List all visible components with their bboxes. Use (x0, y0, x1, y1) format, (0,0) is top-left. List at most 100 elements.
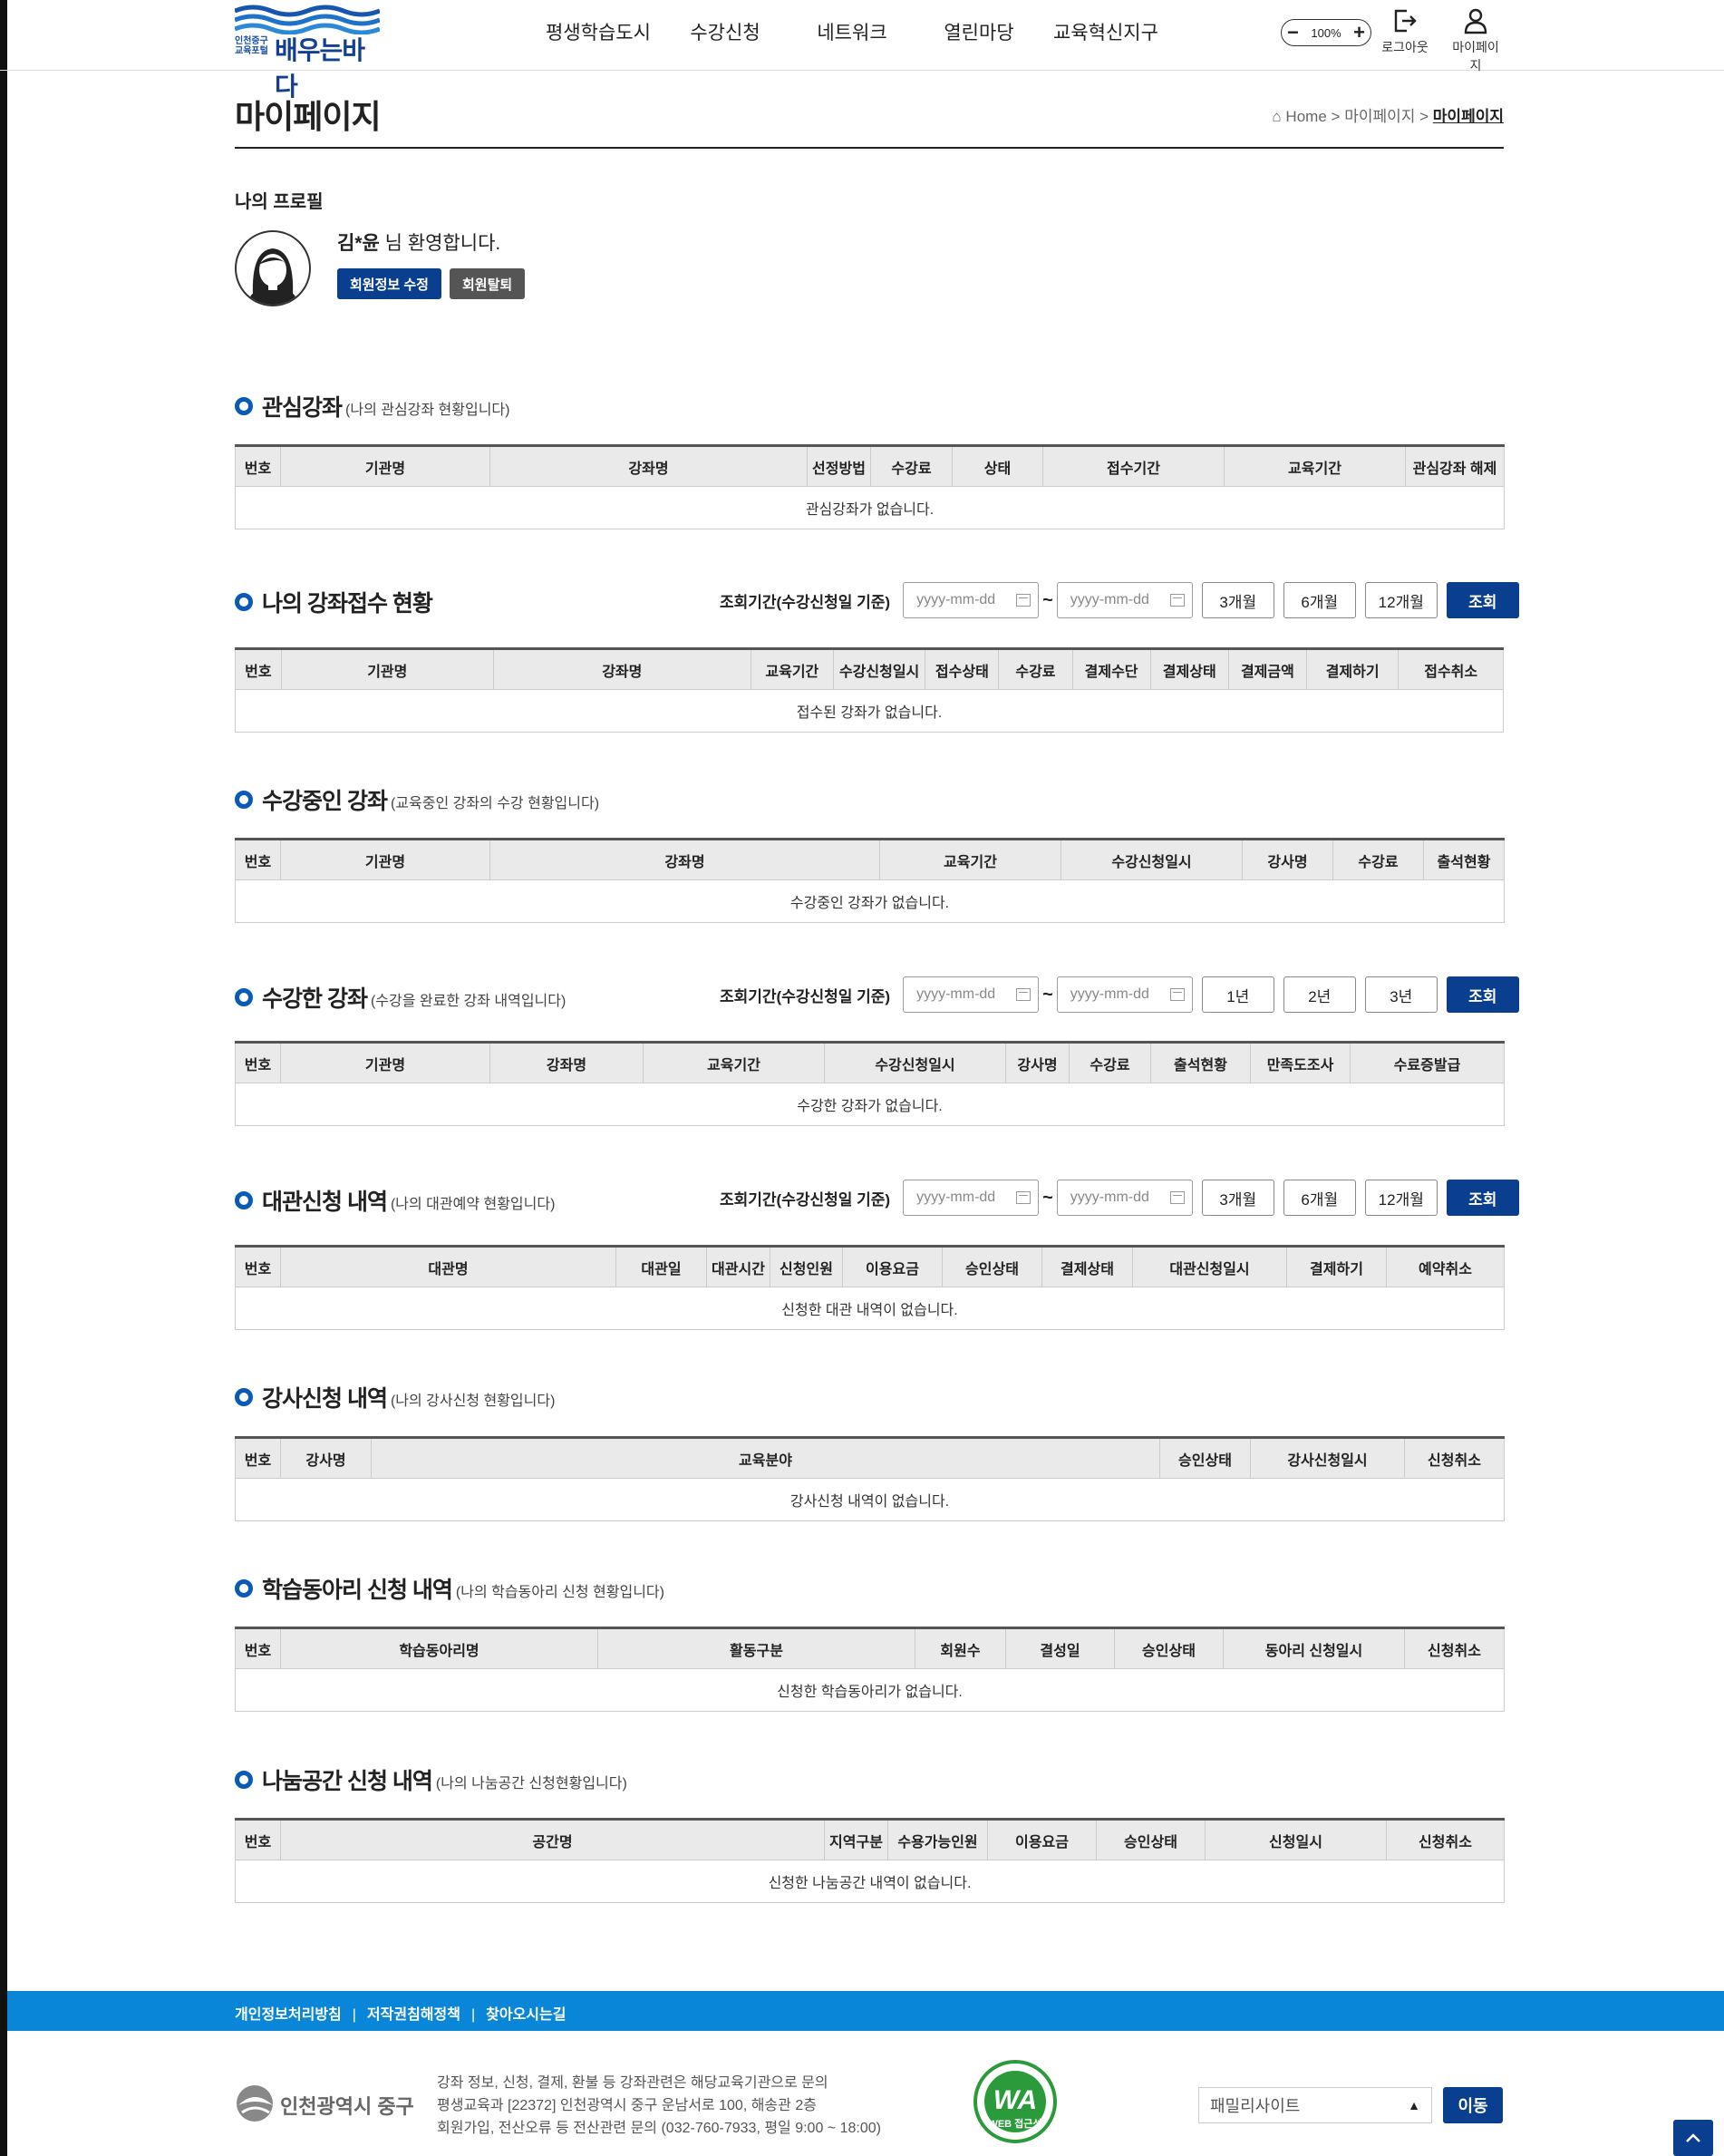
family-site-select[interactable]: 패밀리사이트 ▲ (1198, 2087, 1432, 2123)
avatar (235, 230, 311, 306)
footer-address: 강좌 정보, 신청, 결제, 환불 등 강좌관련은 해당교육기관으로 문의 평생… (437, 2072, 881, 2140)
logout-button[interactable]: 로그아웃 (1378, 7, 1432, 56)
breadcrumb-home[interactable]: Home (1285, 108, 1326, 125)
col-header: 번호 (235, 1245, 281, 1287)
edit-member-button[interactable]: 회원정보 수정 (337, 268, 441, 299)
period-3m-button[interactable]: 3개월 (1201, 582, 1274, 618)
calendar-icon[interactable] (1169, 594, 1185, 607)
withdraw-button[interactable]: 회원탈퇴 (450, 268, 526, 299)
col-header: 수강료 (1069, 1041, 1151, 1083)
col-header: 회원수 (915, 1627, 1006, 1669)
calendar-icon[interactable] (1016, 988, 1031, 1001)
footer-links: 개인정보처리방침 | 저작권침해정책 | 찾아오시는길 (235, 2002, 566, 2024)
period-3y-button[interactable]: 3년 (1364, 976, 1438, 1013)
welcome-message: 김*윤 님 환영합니다. (337, 228, 500, 256)
col-header: 수강료 (1332, 838, 1424, 880)
completed-table: 번호 기관명 강좌명 교육기간 수강신청일시 강사명 수강료 출석현황 만족도조… (235, 1041, 1505, 1126)
zoom-out-button[interactable]: − (1287, 23, 1299, 43)
col-header: 결성일 (1005, 1627, 1115, 1669)
home-icon: ⌂ (1272, 108, 1282, 125)
calendar-icon[interactable] (1016, 1191, 1031, 1204)
mypage-button[interactable]: 마이페이지 (1448, 7, 1503, 74)
section-title-club: 학습동아리 신청 내역 (나의 학습동아리 신청 현황입니다) (235, 1572, 664, 1605)
empty-message: 관심강좌가 없습니다. (235, 486, 1505, 529)
query-button[interactable]: 조회 (1446, 582, 1519, 618)
section-title-registration: 나의 강좌접수 현황 (235, 586, 433, 618)
address-line: 강좌 정보, 신청, 결제, 환불 등 강좌관련은 해당교육기관으로 문의 (437, 2075, 828, 2091)
link-separator: | (470, 2007, 476, 2023)
end-date-input[interactable]: yyyy-mm-dd (1056, 976, 1193, 1013)
copyright-policy-link[interactable]: 저작권침해정책 (367, 2007, 460, 2023)
period-12m-button[interactable]: 12개월 (1364, 582, 1438, 618)
directions-link[interactable]: 찾아오시는길 (486, 2007, 566, 2023)
zoom-value: 100% (1311, 25, 1341, 40)
col-header: 만족도조사 (1250, 1041, 1351, 1083)
breadcrumb-mypage[interactable]: 마이페이지 (1344, 108, 1415, 125)
search-label: 조회기간(수강신청일 기준) (720, 593, 891, 611)
site-logo[interactable]: 인천중구 교육포털 배우는바다 (234, 4, 381, 101)
end-date-input[interactable]: yyyy-mm-dd (1056, 1180, 1193, 1216)
nav-item-innovation[interactable]: 교육혁신지구 (1042, 18, 1169, 45)
date-placeholder: yyyy-mm-dd (916, 986, 996, 1002)
col-header: 선정방법 (807, 444, 871, 487)
period-3m-button[interactable]: 3개월 (1201, 1180, 1274, 1216)
calendar-icon[interactable] (1016, 594, 1031, 607)
col-header: 승인상태 (1114, 1627, 1224, 1669)
calendar-icon[interactable] (1169, 988, 1185, 1001)
calendar-icon[interactable] (1169, 1191, 1185, 1204)
search-bar-registration: 조회기간(수강신청일 기준) yyyy-mm-dd ~ yyyy-mm-dd 3… (720, 582, 1519, 618)
nav-item-network[interactable]: 네트워크 (789, 18, 915, 45)
end-date-input[interactable]: yyyy-mm-dd (1056, 582, 1193, 618)
nav-item-open-yard[interactable]: 열린마당 (915, 18, 1042, 45)
ongoing-table: 번호 기관명 강좌명 교육기간 수강신청일시 강사명 수강료 출석현황 수강중인… (235, 838, 1505, 923)
col-header: 예약취소 (1386, 1245, 1505, 1287)
section-title-completed: 수강한 강좌 (수강을 완료한 강좌 내역입니다) (235, 981, 566, 1014)
search-bar-completed: 조회기간(수강신청일 기준) yyyy-mm-dd ~ yyyy-mm-dd 1… (720, 976, 1519, 1013)
col-header: 접수취소 (1398, 647, 1504, 690)
empty-message: 수강한 강좌가 없습니다. (235, 1083, 1505, 1126)
scroll-top-button[interactable] (1673, 2120, 1713, 2156)
col-header: 결제수단 (1071, 647, 1151, 690)
col-header: 접수기간 (1042, 444, 1225, 487)
col-header: 승인상태 (1096, 1818, 1206, 1860)
col-header: 교육기간 (643, 1041, 825, 1083)
start-date-input[interactable]: yyyy-mm-dd (903, 1180, 1040, 1216)
zoom-in-button[interactable]: + (1353, 23, 1365, 43)
nav-item-course-apply[interactable]: 수강신청 (662, 18, 789, 45)
col-header: 번호 (235, 1818, 281, 1860)
mypage-label: 마이페이지 (1452, 40, 1499, 73)
range-tilde: ~ (1042, 1187, 1053, 1208)
col-header: 번호 (235, 1041, 281, 1083)
search-bar-rental: 조회기간(수강신청일 기준) yyyy-mm-dd ~ yyyy-mm-dd 3… (720, 1180, 1519, 1216)
breadcrumb-current: 마이페이지 (1432, 108, 1504, 125)
member-name: 김*윤 (337, 233, 380, 254)
club-table: 번호 학습동아리명 활동구분 회원수 결성일 승인상태 동아리 신청일시 신청취… (235, 1627, 1505, 1712)
col-header: 상태 (952, 444, 1043, 487)
privacy-policy-link[interactable]: 개인정보처리방침 (235, 2007, 342, 2023)
wa-caption: WEB 접근성 (988, 2119, 1042, 2130)
bullet-icon (235, 1191, 253, 1209)
col-header: 대관일 (615, 1245, 707, 1287)
col-header: 강좌명 (489, 1041, 644, 1083)
user-icon (1464, 8, 1487, 34)
registration-table: 번호 기관명 강좌명 교육기간 수강신청일시 접수상태 수강료 결제수단 결제상… (235, 647, 1504, 733)
query-button[interactable]: 조회 (1446, 1180, 1519, 1216)
period-2y-button[interactable]: 2년 (1283, 976, 1356, 1013)
bullet-icon (235, 1771, 253, 1789)
col-header: 강사신청일시 (1250, 1436, 1405, 1479)
empty-message: 신청한 학습동아리가 없습니다. (235, 1668, 1505, 1712)
period-6m-button[interactable]: 6개월 (1283, 582, 1356, 618)
start-date-input[interactable]: yyyy-mm-dd (903, 582, 1040, 618)
query-button[interactable]: 조회 (1446, 976, 1519, 1013)
col-header: 기관명 (280, 1041, 490, 1083)
period-6m-button[interactable]: 6개월 (1283, 1180, 1356, 1216)
nav-item-lifelong-city[interactable]: 평생학습도시 (535, 18, 662, 45)
section-heading: 수강중인 강좌 (262, 789, 388, 814)
period-1y-button[interactable]: 1년 (1201, 976, 1274, 1013)
col-header: 결제상태 (1041, 1245, 1133, 1287)
period-12m-button[interactable]: 12개월 (1364, 1180, 1438, 1216)
section-heading: 대관신청 내역 (262, 1190, 388, 1215)
start-date-input[interactable]: yyyy-mm-dd (903, 976, 1040, 1013)
go-button[interactable]: 이동 (1443, 2087, 1503, 2123)
date-placeholder: yyyy-mm-dd (1070, 592, 1149, 607)
